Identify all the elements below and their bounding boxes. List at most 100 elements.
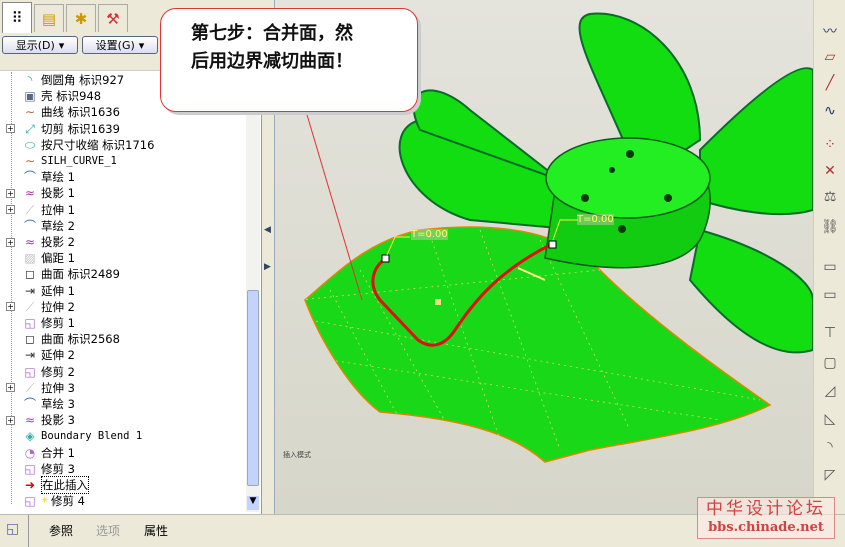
offset-icon: ▨ — [24, 251, 36, 266]
tree-item[interactable]: ◻ 曲面 标识2568 — [0, 331, 246, 347]
chamfer-tool-icon[interactable]: ◸ — [818, 464, 842, 486]
draft-tool-icon[interactable]: ◺ — [818, 408, 842, 430]
folder-star-icon: ✱ — [74, 9, 88, 28]
tree-item[interactable]: ◈ Boundary Blend 1 — [0, 428, 246, 444]
show-label: 显示(D) — [15, 39, 55, 52]
tree-item-label: 按尺寸收缩 标识1716 — [41, 137, 155, 152]
tree-item-label: 倒圆角 标识927 — [41, 73, 125, 87]
handle-point[interactable] — [381, 254, 390, 263]
curve-tool-icon[interactable]: ∿ — [818, 100, 842, 122]
expand-toggle[interactable]: + — [6, 383, 15, 393]
tree-item-label: 壳 标识948 — [41, 89, 102, 104]
expand-toggle[interactable]: + — [6, 415, 15, 425]
t-value-label: T=0.00 — [577, 214, 614, 225]
tree-item-label: 修剪 3 — [41, 461, 75, 476]
tree-item[interactable]: ▨ 偏距 1 — [0, 250, 246, 266]
tree-item[interactable]: + ≈ 投影 2 — [0, 234, 246, 250]
expand-toggle[interactable]: + — [6, 205, 15, 215]
tree-item-label: SILH_CURVE_1 — [41, 155, 117, 167]
csys-tool-icon[interactable]: ✕ — [818, 160, 842, 182]
axis-tool-icon[interactable]: ╱ — [818, 72, 842, 94]
extend-icon: ⇥ — [24, 348, 36, 363]
fan-blade — [688, 228, 813, 354]
rib-tool-icon[interactable]: ◿ — [818, 380, 842, 402]
expand-toggle[interactable]: + — [6, 237, 15, 247]
tree-item[interactable]: ◱ 修剪 3 — [0, 461, 246, 477]
analysis-tool-icon[interactable]: ⚖ — [818, 186, 842, 208]
sketch-icon: ⌒ — [23, 218, 36, 233]
merge-icon: ◔ — [24, 445, 36, 460]
settings-dropdown[interactable]: 设置(G) ▾ — [82, 36, 158, 54]
hub-top — [545, 137, 711, 219]
plane-tool-icon[interactable]: ▱ — [818, 46, 842, 68]
callout-line-1: 第七步：合并面，然 — [191, 23, 353, 44]
tree-item-label: 合并 1 — [41, 445, 75, 460]
link-tool-icon[interactable]: ⛓ — [818, 216, 842, 238]
sketch-icon: ⌒ — [23, 170, 36, 185]
tab-options[interactable]: 选项 — [96, 522, 120, 539]
trim-icon: ◱ — [24, 494, 36, 509]
tree-item[interactable]: ◔ 合并 1 — [0, 445, 246, 461]
tree-item[interactable]: + ⟋ 拉伸 3 — [0, 380, 246, 396]
tree-item[interactable]: ⌒ 草绘 2 — [0, 218, 246, 234]
tools-tab[interactable]: ⚒ — [98, 4, 128, 32]
tree-item[interactable]: ◱ ✳ 修剪 4 — [0, 493, 246, 509]
drag-handle[interactable] — [435, 299, 441, 305]
expand-toggle[interactable]: + — [6, 188, 15, 198]
tree-item[interactable]: + ≈ 投影 3 — [0, 412, 246, 428]
tree-item[interactable]: ⬭ 按尺寸收缩 标识1716 — [0, 137, 246, 153]
shell-tool-icon[interactable]: ▢ — [818, 352, 842, 374]
tree-item[interactable]: + ⟋ 拉伸 1 — [0, 202, 246, 218]
tree-item-label: 修剪 1 — [41, 316, 75, 330]
model-tree-tab[interactable]: ⠿ — [2, 2, 32, 33]
tree-item[interactable]: ◱ 修剪 1 — [0, 315, 246, 331]
favorites-tab[interactable]: ✱ — [66, 4, 96, 32]
expand-arrow-icon[interactable]: ▶ — [264, 262, 271, 272]
tree-item-label: 草绘 3 — [41, 397, 75, 411]
projection-icon: ≈ — [24, 235, 36, 249]
model-tree: ◝ 倒圆角 标识927 ▣ 壳 标识948 ∼ 曲线 标识1636 + ⤢ 切剪 标识1639 ⬭… — [0, 72, 246, 512]
boundary-blend-icon: ◈ — [25, 429, 35, 444]
extrude-icon: ⟋ — [25, 380, 35, 395]
tree-item[interactable]: ⇥ 延伸 1 — [0, 283, 246, 299]
point-tool-icon[interactable]: ⁘ — [818, 134, 842, 156]
scrollbar-thumb[interactable] — [247, 290, 259, 486]
tree-item[interactable]: ◱ 修剪 2 — [0, 364, 246, 380]
show-dropdown[interactable]: 显示(D) ▾ — [2, 36, 78, 54]
expand-toggle[interactable]: + — [6, 124, 15, 134]
tree-item[interactable]: ⌒ 草绘 3 — [0, 396, 246, 412]
tree-item[interactable]: ➜ 在此插入 — [0, 476, 246, 494]
scroll-down-arrow[interactable]: ▼ — [247, 496, 259, 510]
extrude-icon: ⟋ — [25, 202, 35, 217]
expand-toggle[interactable]: + — [6, 302, 15, 312]
right-toolbar: 〰 ▱ ╱ ∿ ⁘ ✕ ⚖ ⛓ ▭ ▭ ⊤ ▢ ◿ ◺ ◝ ◸ — [813, 0, 845, 514]
round-tool-icon[interactable]: ◝ — [818, 436, 842, 458]
fan-blade — [699, 67, 813, 216]
tab-references[interactable]: 参照 — [49, 522, 73, 539]
tree-item[interactable]: + ⤢ 切剪 标识1639 — [0, 121, 246, 137]
layer-tab[interactable]: ▤ — [34, 4, 64, 32]
hole-tool-icon[interactable]: ⊤ — [818, 322, 842, 344]
tab-properties[interactable]: 属性 — [144, 522, 168, 539]
sketch-tool-icon[interactable]: 〰 — [818, 20, 842, 42]
handle-point[interactable] — [548, 240, 557, 249]
tree-item[interactable]: ⌒ 草绘 1 — [0, 169, 246, 185]
tree-item[interactable]: ◻ 曲面 标识2489 — [0, 266, 246, 282]
collapse-arrow-icon[interactable]: ◀ — [264, 225, 271, 235]
instruction-callout: 第七步：合并面，然 后用边界减切曲面！ — [160, 8, 418, 112]
projection-icon: ≈ — [24, 186, 36, 201]
tree-item[interactable]: ∼ SILH_CURVE_1 — [0, 153, 246, 169]
copy-tool-icon[interactable]: ▭ — [818, 284, 842, 306]
round-icon: ◝ — [27, 73, 33, 87]
tree-item-label: 投影 3 — [41, 413, 75, 428]
tree-item-label: 切剪 标识1639 — [41, 121, 120, 136]
watermark-url: bbs.chinade.net — [708, 520, 824, 535]
tree-scrollbar[interactable]: ▼ — [246, 72, 260, 512]
tree-item[interactable]: + ≈ 投影 1 — [0, 185, 246, 201]
tree-item[interactable]: + ⟋ 拉伸 2 — [0, 299, 246, 315]
tree-item-label: Boundary Blend 1 — [41, 430, 143, 443]
tree-item-label: 曲面 标识2568 — [41, 332, 120, 347]
insert-tool-icon[interactable]: ▭ — [818, 256, 842, 278]
tree-item-label: 投影 1 — [41, 186, 75, 201]
tree-item[interactable]: ⇥ 延伸 2 — [0, 347, 246, 363]
